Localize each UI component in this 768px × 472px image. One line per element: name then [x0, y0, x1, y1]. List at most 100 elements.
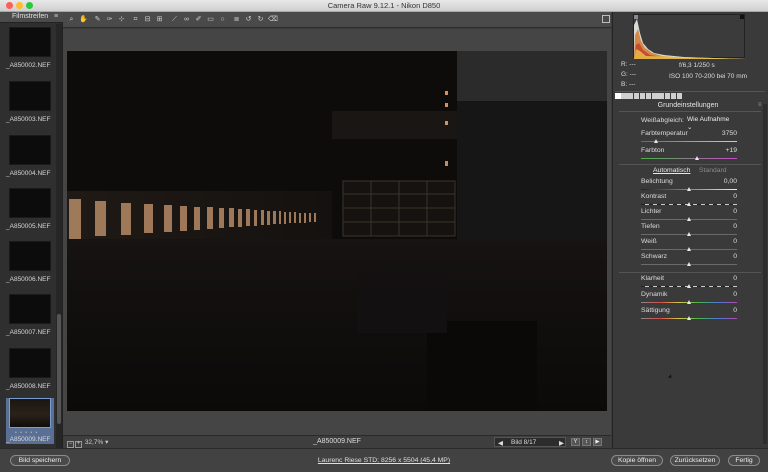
- straighten-icon[interactable]: ⊟: [143, 15, 152, 24]
- white-balance-select[interactable]: Wie Aufnahme ⌄: [687, 116, 735, 131]
- filmstrip-item[interactable]: _A850002.NEF: [6, 27, 54, 73]
- slider-shadows[interactable]: Tiefen 0: [641, 223, 737, 239]
- slider-value[interactable]: +19: [725, 147, 737, 154]
- highlight-clipping-icon[interactable]: [740, 15, 744, 19]
- slider-clarity[interactable]: Klarheit 0: [641, 275, 737, 291]
- filmstrip-item[interactable]: _A850006.NEF: [6, 241, 54, 287]
- readout-b: B: ---: [621, 81, 636, 88]
- targeted-adjustment-icon[interactable]: ⊹: [117, 15, 126, 24]
- delete-icon[interactable]: ⌫: [268, 15, 278, 24]
- snapshots-tab-icon[interactable]: [676, 93, 683, 99]
- color-sampler-icon[interactable]: ✑: [105, 15, 114, 24]
- hand-icon[interactable]: ✋: [79, 15, 88, 24]
- adjustment-brush-icon[interactable]: ✐: [194, 15, 203, 24]
- swap-settings-button[interactable]: ↕: [582, 438, 591, 446]
- slider-knob[interactable]: [686, 202, 691, 206]
- crop-icon[interactable]: ⌗: [131, 15, 140, 24]
- workflow-options-link[interactable]: Laurenc Riese STD; 8256 x 5504 (45,4 MP): [318, 457, 450, 464]
- slider-vibrance[interactable]: Dynamik 0: [641, 291, 737, 307]
- slider-knob[interactable]: [653, 139, 658, 143]
- filmstrip-item[interactable]: _A850003.NEF: [6, 81, 54, 127]
- slider-whites[interactable]: Weiß 0: [641, 238, 737, 254]
- slider-track[interactable]: [641, 158, 737, 159]
- shadow-clipping-icon[interactable]: [634, 15, 638, 19]
- slider-knob[interactable]: [686, 300, 691, 304]
- presets-tab-icon[interactable]: [670, 93, 677, 99]
- previous-image-icon[interactable]: ◀: [498, 439, 503, 447]
- slider-value[interactable]: 0: [733, 193, 737, 200]
- slider-value[interactable]: 3750: [722, 130, 737, 137]
- fx-tab-icon[interactable]: [658, 93, 664, 99]
- slider-highlights[interactable]: Lichter 0: [641, 208, 737, 224]
- white-balance-value: Wie Aufnahme: [687, 116, 730, 123]
- slider-knob[interactable]: [695, 156, 700, 160]
- filmstrip-menu-icon[interactable]: ≡: [54, 13, 58, 20]
- red-eye-icon[interactable]: ∞: [182, 15, 191, 24]
- slider-saturation[interactable]: Sättigung 0: [641, 307, 737, 323]
- rotate-right-icon[interactable]: ↻: [256, 15, 265, 24]
- toggle-view-button[interactable]: ▶: [593, 438, 602, 446]
- slider-value[interactable]: 0: [733, 238, 737, 245]
- histogram: [633, 14, 746, 59]
- export-workflow-icon[interactable]: [602, 15, 610, 23]
- slider-knob[interactable]: [686, 232, 691, 236]
- open-copy-button[interactable]: Kopie öffnen: [611, 455, 663, 466]
- graduated-filter-icon[interactable]: ▭: [206, 15, 215, 24]
- slider-knob[interactable]: [686, 284, 691, 288]
- slider-value[interactable]: 0: [733, 275, 737, 282]
- hsl-tab-icon[interactable]: [633, 93, 640, 99]
- auto-tone-link[interactable]: Automatisch: [653, 167, 690, 174]
- default-tone-link[interactable]: Standard: [699, 167, 727, 174]
- zoom-icon[interactable]: ⌕: [67, 15, 76, 24]
- image-canvas[interactable]: [63, 29, 611, 435]
- spot-removal-icon[interactable]: ⟋: [170, 15, 179, 24]
- slider-tint[interactable]: Farbton +19: [641, 147, 737, 163]
- filmstrip-item[interactable]: _A850007.NEF: [6, 294, 54, 340]
- camera-calibration-tab-icon[interactable]: [664, 93, 670, 99]
- image-counter: Bild 8/17: [511, 439, 537, 446]
- slider-label: Farbtemperatur: [641, 130, 688, 137]
- section-menu-icon[interactable]: ≡: [758, 102, 762, 108]
- filmstrip-item[interactable]: _A850005.NEF: [6, 188, 54, 234]
- slider-knob[interactable]: [686, 217, 691, 221]
- filmstrip-item-selected[interactable]: • • • • • _A850009.NEF: [6, 398, 54, 444]
- adjustments-panel: R: --- G: --- B: --- f/6,3 1/250 s ISO 1…: [612, 12, 768, 448]
- before-after-view-button[interactable]: Y: [571, 438, 580, 446]
- slider-blacks[interactable]: Schwarz 0: [641, 253, 737, 269]
- slider-label: Weiß: [641, 238, 657, 245]
- lens-corrections-tab-icon[interactable]: [645, 93, 652, 99]
- basic-tab-icon[interactable]: [615, 93, 621, 99]
- panel-scrollbar[interactable]: [763, 104, 767, 444]
- slider-value[interactable]: 0: [733, 223, 737, 230]
- slider-value[interactable]: 0: [733, 208, 737, 215]
- filmstrip-item[interactable]: _A850004.NEF: [6, 135, 54, 181]
- filmstrip-item[interactable]: _A850008.NEF: [6, 348, 54, 394]
- detail-tab-icon[interactable]: [627, 93, 633, 99]
- thumbnail-image: [9, 241, 51, 271]
- slider-value[interactable]: 0: [733, 307, 737, 314]
- white-balance-icon[interactable]: ✎: [93, 15, 102, 24]
- tone-curve-tab-icon[interactable]: [621, 93, 627, 99]
- slider-knob[interactable]: [686, 247, 691, 251]
- slider-knob[interactable]: [686, 262, 691, 266]
- slider-temp[interactable]: Farbtemperatur 3750: [641, 130, 737, 146]
- transform-icon[interactable]: ⊞: [155, 15, 164, 24]
- slider-knob[interactable]: [686, 187, 691, 191]
- split-toning-tab-icon[interactable]: [639, 93, 646, 99]
- slider-exposure[interactable]: Belichtung 0,00: [641, 178, 737, 194]
- effects-tab-icon[interactable]: [652, 93, 658, 99]
- slider-value[interactable]: 0: [733, 253, 737, 260]
- slider-contrast[interactable]: Kontrast 0: [641, 193, 737, 209]
- slider-knob[interactable]: [686, 316, 691, 320]
- filmstrip-scrollbar[interactable]: [56, 24, 62, 448]
- radial-filter-icon[interactable]: ○: [218, 15, 227, 24]
- slider-value[interactable]: 0: [733, 291, 737, 298]
- preferences-icon[interactable]: ≣: [232, 15, 241, 24]
- rotate-left-icon[interactable]: ↺: [244, 15, 253, 24]
- next-image-icon[interactable]: ▶: [559, 439, 564, 447]
- done-button[interactable]: Fertig: [728, 455, 760, 466]
- filmstrip-scroll-thumb[interactable]: [57, 314, 61, 424]
- tool-bar: ⌕ ✋ ✎ ✑ ⊹ ⌗ ⊟ ⊞ ⟋ ∞ ✐ ▭ ○ ≣ ↺ ↻ ⌫: [63, 12, 611, 28]
- slider-value[interactable]: 0,00: [724, 178, 737, 185]
- reset-button[interactable]: Zurücksetzen: [670, 455, 720, 466]
